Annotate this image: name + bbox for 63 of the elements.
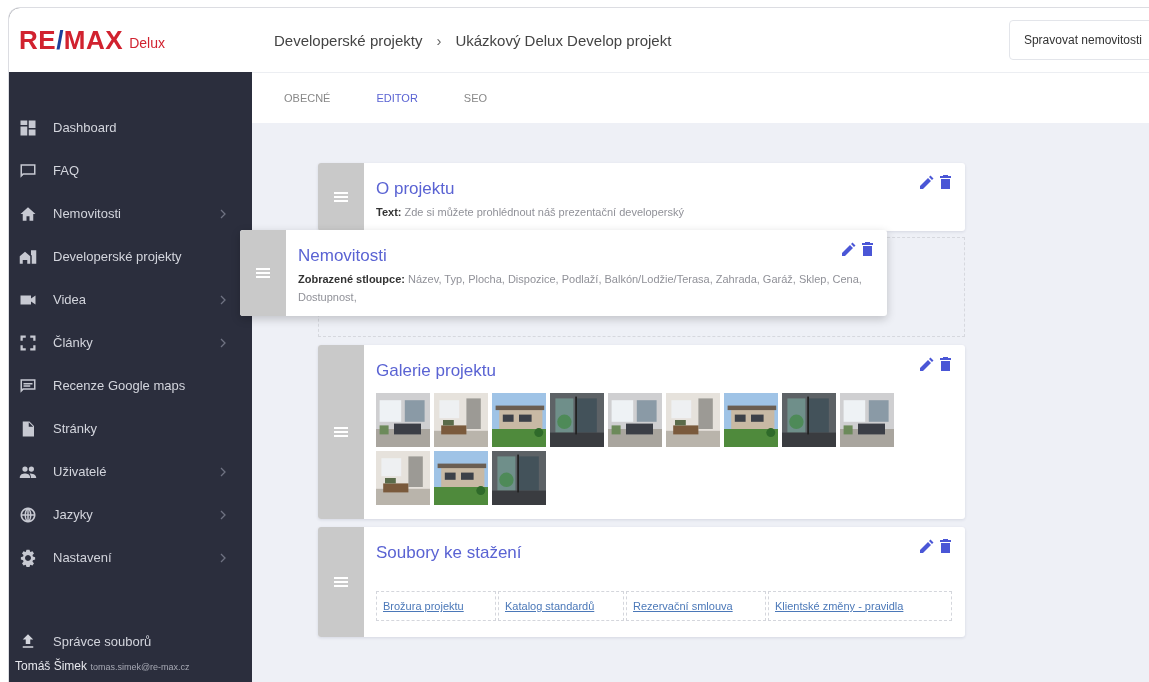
edit-button[interactable] — [842, 242, 856, 256]
delete-button[interactable] — [940, 539, 951, 553]
drag-handle[interactable] — [318, 345, 364, 519]
chat-icon — [19, 376, 37, 395]
sidebar-item[interactable]: Dashboard — [9, 106, 238, 149]
breadcrumb-link[interactable]: Developerské projekty — [274, 31, 423, 49]
sidebar-item[interactable]: FAQ — [9, 149, 238, 192]
pencil-icon — [842, 242, 856, 256]
tab[interactable]: EDITOR — [376, 92, 418, 104]
menu-icon — [256, 268, 270, 278]
manage-properties-button[interactable]: Spravovat nemovitosti — [1008, 20, 1149, 60]
delete-button[interactable] — [862, 242, 873, 256]
sidebar-item[interactable]: Developerské projekty — [9, 235, 238, 278]
block-title: O projektu — [376, 179, 455, 199]
sidebar-item[interactable]: Nastavení — [9, 536, 238, 579]
file-link[interactable]: Katalog standardů — [498, 591, 624, 621]
file-link[interactable]: Rezervační smlouva — [626, 591, 766, 621]
sidebar-item[interactable]: Nemovitosti — [9, 192, 238, 235]
tab[interactable]: SEO — [463, 92, 488, 104]
sidebar-item[interactable]: Stránky — [9, 407, 238, 450]
block-text: Text: Zde si můžete prohlédnout náš prezentační developerský — [376, 205, 685, 220]
block-title: Soubory ke stažení — [376, 543, 522, 563]
drag-handle[interactable] — [318, 527, 364, 637]
sidebar-item[interactable]: Uživatelé — [9, 450, 238, 493]
menu-icon — [334, 192, 348, 202]
dashboard-icon — [19, 118, 37, 137]
pencil-icon — [920, 175, 934, 189]
file-manager-item[interactable]: Správce souborů — [9, 626, 252, 656]
trash-icon — [862, 242, 873, 256]
sidebar-item[interactable]: Články — [9, 321, 238, 364]
block-text: Zobrazené stloupce: Název, Typ, Plocha, Dispozice, Podlaží, Balkón/Lodžie/Terasa, Zahrada, Garáž, Sklep, Cena, Dostupnost, — [298, 272, 863, 305]
trash-icon — [940, 357, 951, 371]
sidebar-item[interactable]: Recenze Google maps — [9, 364, 238, 407]
edit-button[interactable] — [920, 357, 934, 371]
chat-icon — [19, 161, 37, 180]
trash-icon — [940, 175, 951, 189]
drag-handle[interactable] — [318, 163, 364, 231]
settings-icon — [19, 548, 37, 567]
logo: RE/MAX — [19, 24, 124, 56]
sidebar-item[interactable]: Videa — [9, 278, 238, 321]
pencil-icon — [920, 539, 934, 553]
delete-button[interactable] — [940, 357, 951, 371]
user-info: Tomáš Šimek tomas.simek@re-max.cz — [14, 657, 191, 675]
globe-icon — [19, 505, 37, 524]
delete-button[interactable] — [940, 175, 951, 189]
file-link[interactable]: Klientské změny - pravidla — [768, 591, 952, 621]
building-icon — [19, 247, 37, 266]
edit-button[interactable] — [920, 539, 934, 553]
tab[interactable]: OBECNÉ — [284, 92, 331, 104]
logo-tagline: Delux — [129, 35, 165, 51]
file-link[interactable]: Brožura projektu — [376, 591, 496, 621]
block-title: Galerie projektu — [376, 361, 496, 381]
breadcrumb-separator: › — [436, 31, 442, 49]
edit-button[interactable] — [920, 175, 934, 189]
sidebar-item[interactable]: Jazyky — [9, 493, 238, 536]
breadcrumb-current: Ukázkový Delux Develop projekt — [455, 31, 672, 49]
drag-handle[interactable] — [240, 230, 286, 316]
menu-icon — [334, 427, 348, 437]
trash-icon — [940, 539, 951, 553]
frame-icon — [19, 333, 37, 352]
block-title: Nemovitosti — [298, 246, 387, 266]
pencil-icon — [920, 357, 934, 371]
menu-icon — [334, 577, 348, 587]
